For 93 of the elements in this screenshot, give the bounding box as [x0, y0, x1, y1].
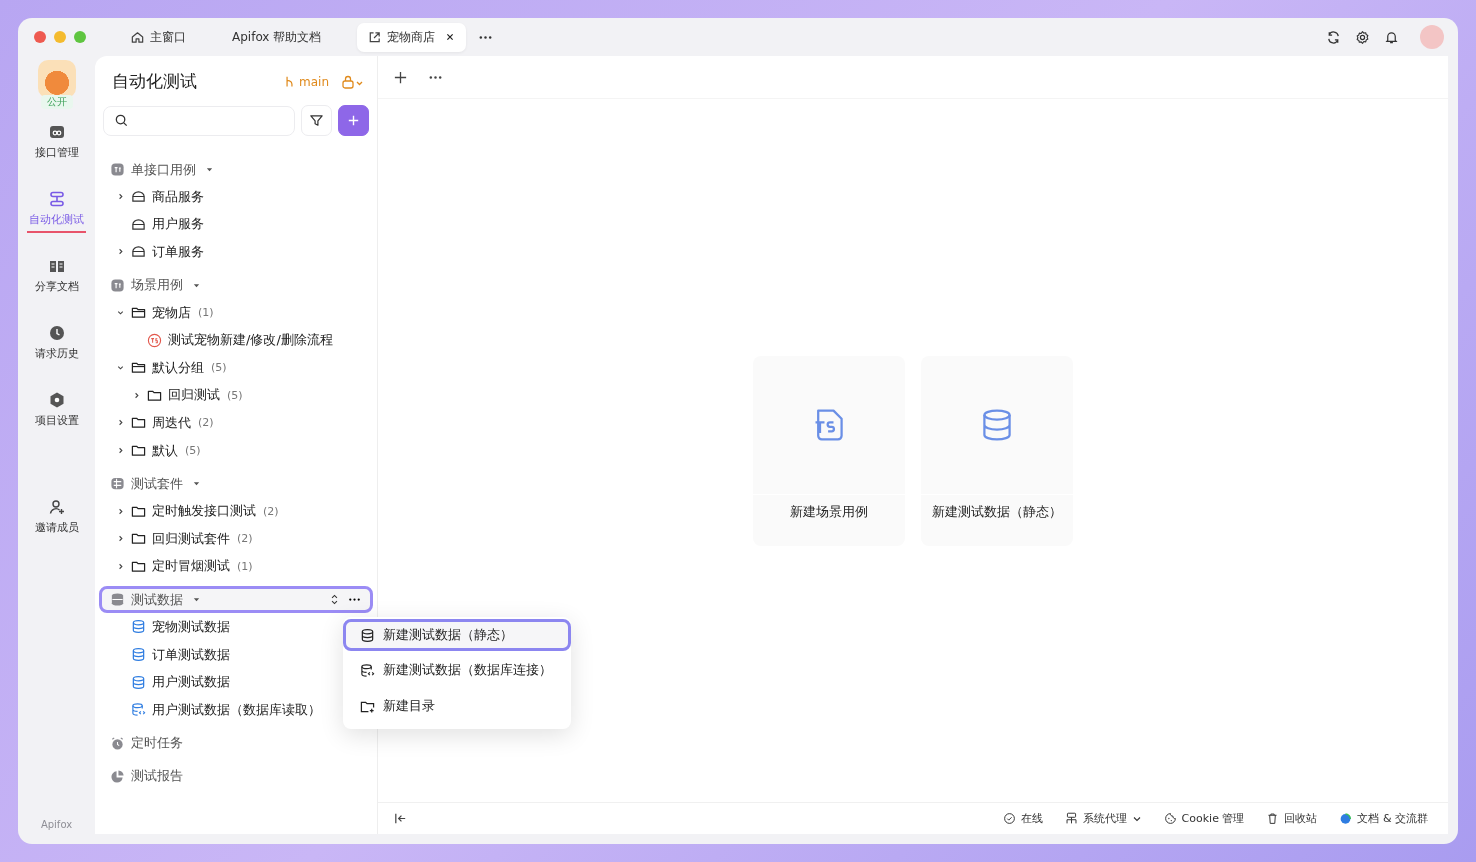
folder-icon — [131, 305, 146, 321]
stack-icon — [47, 190, 66, 208]
home-icon — [130, 29, 145, 45]
ts-badge-icon — [147, 332, 162, 348]
tree-item[interactable]: 定时冒烟测试 (1) — [99, 552, 373, 581]
tree-item[interactable]: 宠物店 (1) — [99, 298, 373, 327]
close-window-button[interactable] — [34, 31, 46, 43]
caret-icon[interactable] — [205, 165, 214, 174]
nav-item[interactable]: 项目设置 — [32, 385, 81, 434]
nav-item[interactable]: 自动化测试 — [27, 184, 86, 233]
filter-button[interactable] — [301, 105, 332, 136]
status-bar-item[interactable]: 在线 — [1002, 811, 1043, 826]
folder-icon — [131, 360, 146, 376]
create-card[interactable]: 新建测试数据（静态） — [921, 355, 1073, 546]
tree-item[interactable]: 回归测试套件 (2) — [99, 524, 373, 553]
tree-section[interactable]: 定时任务 — [99, 729, 373, 757]
nav-item[interactable]: 请求历史 — [32, 318, 81, 367]
tree-item[interactable]: 测试宠物新建/修改/删除流程 — [99, 326, 373, 354]
database-icon — [360, 627, 375, 643]
tree-section[interactable]: 测试数据 — [99, 586, 373, 614]
tc-section-icon — [110, 162, 125, 177]
cookie-icon — [1163, 812, 1177, 825]
status-bar-item[interactable]: 系统代理 — [1064, 811, 1142, 826]
window-tab[interactable]: 主窗口 — [120, 22, 196, 52]
item-count: (1) — [198, 306, 214, 320]
tree-section[interactable]: 场景用例 — [99, 271, 373, 299]
item-count: (5) — [211, 361, 227, 375]
ts-section-icon — [110, 277, 125, 293]
folder-icon — [131, 443, 146, 459]
status-bar-item[interactable]: Cookie 管理 — [1163, 811, 1245, 826]
window-tab[interactable]: Apifox 帮助文档 — [222, 22, 332, 52]
status-bar-item[interactable]: 文档 & 交流群 — [1339, 811, 1428, 826]
chevron-icon[interactable] — [115, 308, 125, 318]
folder-icon — [131, 531, 146, 547]
chevron-icon[interactable] — [115, 363, 125, 373]
search-field[interactable] — [103, 105, 295, 136]
branch-icon — [283, 75, 296, 88]
item-count: (1) — [237, 559, 253, 573]
network-icon — [1064, 812, 1078, 825]
tree-item[interactable]: 周迭代 (2) — [99, 409, 373, 437]
tree-section[interactable]: 测试套件 — [99, 470, 373, 498]
tree-item[interactable]: 商品服务 — [99, 183, 373, 211]
settings-icon[interactable] — [1355, 29, 1370, 45]
database-icon — [131, 619, 146, 635]
database-code-icon — [131, 702, 146, 718]
database-icon — [131, 647, 146, 662]
item-count: (5) — [227, 388, 243, 402]
add-user-icon — [47, 498, 66, 516]
external-link-icon — [367, 29, 383, 45]
chat-bubble-icon — [1339, 812, 1353, 825]
tree-section[interactable]: 测试报告 — [99, 762, 373, 790]
clock-section-icon — [110, 735, 125, 751]
refresh-icon[interactable] — [1326, 29, 1341, 45]
module-icon — [131, 244, 146, 260]
tree-item[interactable]: 用户服务 — [99, 210, 373, 239]
folder-icon — [131, 415, 146, 431]
invite-members-button[interactable]: 邀请成员 — [32, 492, 81, 541]
tree-item[interactable]: 回归测试 (5) — [99, 381, 373, 410]
tree-item[interactable]: 订单服务 — [99, 238, 373, 266]
nav-item[interactable]: 接口管理 — [32, 117, 81, 166]
item-count: (2) — [263, 504, 279, 518]
plus-icon — [346, 113, 361, 128]
data-section-icon — [110, 592, 125, 608]
clock-icon — [47, 324, 66, 342]
nav-item[interactable]: 分享文档 — [32, 251, 81, 300]
module-icon — [131, 216, 146, 232]
window-tab[interactable]: 宠物商店 — [357, 22, 467, 52]
tree-item[interactable]: 定时触发接口测试 (2) — [99, 497, 373, 525]
tree-item[interactable]: 默认 (5) — [99, 436, 373, 465]
check-circle-icon — [1002, 812, 1016, 825]
menu-item[interactable]: 新建测试数据（静态） — [343, 619, 571, 651]
filter-icon — [309, 113, 324, 128]
search-icon — [114, 113, 129, 128]
item-count: (2) — [198, 416, 214, 430]
tree-section[interactable]: 单接口用例 — [99, 156, 373, 183]
database-code-icon — [360, 662, 375, 678]
pie-section-icon — [110, 768, 125, 784]
visibility-badge: 公开 — [40, 95, 73, 109]
module-icon — [131, 189, 146, 205]
collapse-sidebar-icon[interactable] — [393, 811, 408, 826]
add-button[interactable] — [338, 105, 369, 136]
plus-icon[interactable] — [393, 69, 408, 85]
create-card[interactable]: 新建场景用例 — [753, 355, 905, 546]
notification-bell-icon[interactable] — [1384, 29, 1399, 45]
item-count: (5) — [185, 444, 201, 458]
status-bar-item[interactable]: 回收站 — [1266, 811, 1318, 826]
brand-logo-text: Apifox — [40, 819, 73, 830]
database-icon — [131, 674, 146, 690]
item-count: (2) — [237, 532, 253, 546]
lock-icon[interactable] — [341, 73, 365, 90]
panel-title: 自动化测试 — [112, 70, 198, 93]
tree-item[interactable]: 默认分组 (5) — [99, 353, 373, 382]
trash-icon — [1266, 812, 1280, 825]
